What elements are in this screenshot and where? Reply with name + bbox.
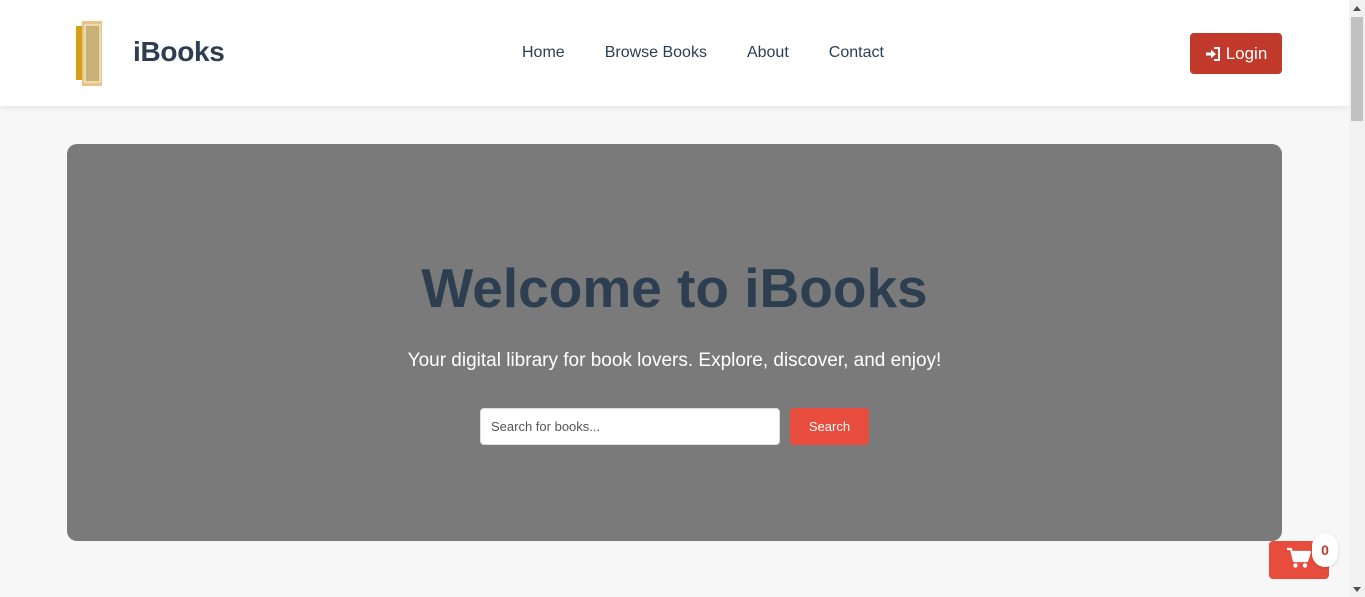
nav-browse-books-link[interactable]: Browse Books (605, 44, 707, 62)
top-navbar: iBooks Home Browse Books About Contact L… (0, 0, 1349, 106)
page-scrollbar[interactable] (1349, 0, 1365, 597)
hero-subtitle: Your digital library for book lovers. Ex… (407, 350, 942, 371)
cart-icon (1287, 547, 1312, 574)
search-form: Search (480, 408, 869, 445)
scrollbar-thumb[interactable] (1351, 17, 1363, 121)
book-logo-icon[interactable] (76, 20, 104, 87)
nav-contact-link[interactable]: Contact (829, 44, 884, 62)
login-button[interactable]: Login (1190, 33, 1282, 74)
search-input[interactable] (480, 408, 780, 445)
nav-home-link[interactable]: Home (522, 44, 565, 62)
scroll-down-arrow-icon[interactable] (1349, 581, 1365, 597)
main-nav: Home Browse Books About Contact (522, 44, 884, 62)
brand-name[interactable]: iBooks (133, 36, 225, 68)
sign-in-icon (1205, 46, 1221, 62)
hero-banner: Welcome to iBooks Your digital library f… (67, 144, 1282, 541)
login-label: Login (1225, 43, 1268, 63)
scroll-up-arrow-icon[interactable] (1349, 0, 1365, 16)
nav-about-link[interactable]: About (747, 44, 789, 62)
search-button[interactable]: Search (790, 408, 869, 445)
cart-count-badge: 0 (1312, 533, 1338, 567)
hero-title: Welcome to iBooks (421, 257, 928, 319)
